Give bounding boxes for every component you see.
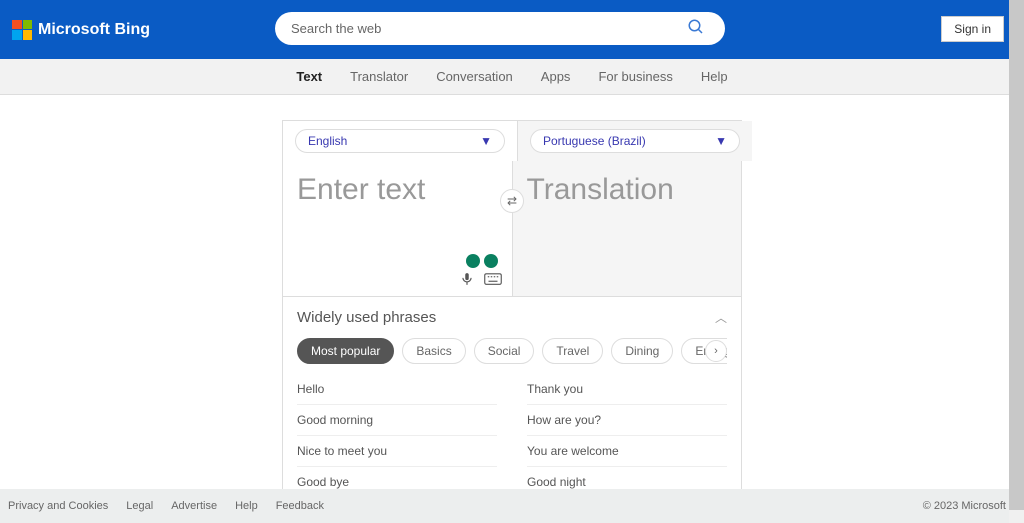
chevron-down-icon: ▼ — [715, 134, 727, 148]
main-content: English ▼ Portuguese (Brazil) ▼ Enter te… — [0, 95, 1024, 511]
footer-help[interactable]: Help — [235, 500, 258, 512]
grammar-badges — [466, 254, 498, 268]
chip-dining[interactable]: Dining — [611, 338, 673, 364]
sub-navigation: Text Translator Conversation Apps For bu… — [0, 59, 1024, 95]
translator-widget: English ▼ Portuguese (Brazil) ▼ Enter te… — [282, 120, 742, 511]
target-language-selector[interactable]: Portuguese (Brazil) ▼ — [530, 129, 740, 153]
keyboard-icon[interactable] — [484, 272, 502, 289]
chip-most-popular[interactable]: Most popular — [297, 338, 394, 364]
badge-icon[interactable] — [484, 254, 498, 268]
search-icon — [687, 18, 705, 36]
badge-icon[interactable] — [466, 254, 480, 268]
subnav-help[interactable]: Help — [701, 69, 728, 84]
source-lang-col: English ▼ — [283, 121, 517, 161]
signin-button[interactable]: Sign in — [941, 16, 1004, 42]
search-button[interactable] — [683, 14, 709, 43]
footer-links: Privacy and Cookies Legal Advertise Help… — [8, 500, 324, 512]
copyright-text: © 2023 Microsoft — [923, 500, 1016, 512]
header-bar: Microsoft Bing Sign in — [0, 0, 1024, 59]
subnav-business[interactable]: For business — [598, 69, 672, 84]
footer: Privacy and Cookies Legal Advertise Help… — [0, 489, 1024, 523]
subnav-conversation[interactable]: Conversation — [436, 69, 513, 84]
chip-travel[interactable]: Travel — [542, 338, 603, 364]
footer-advertise[interactable]: Advertise — [171, 500, 217, 512]
footer-legal[interactable]: Legal — [126, 500, 153, 512]
scrollbar[interactable] — [1009, 0, 1024, 523]
phrase-item[interactable]: Nice to meet you — [297, 436, 497, 467]
brand-text: Microsoft Bing — [38, 21, 150, 39]
target-lang-col: Portuguese (Brazil) ▼ — [517, 121, 752, 161]
bing-logo[interactable]: Microsoft Bing — [12, 20, 150, 40]
subnav-translator[interactable]: Translator — [350, 69, 408, 84]
search-input[interactable] — [291, 21, 683, 36]
phrases-section: Widely used phrases ︿ Most popular Basic… — [283, 296, 741, 510]
phrase-item[interactable]: You are welcome — [527, 436, 727, 467]
input-tools — [460, 271, 502, 290]
chip-social[interactable]: Social — [474, 338, 535, 364]
chevron-down-icon: ▼ — [480, 134, 492, 148]
source-language-label: English — [308, 134, 347, 148]
phrase-item[interactable]: How are you? — [527, 405, 727, 436]
phrases-header: Widely used phrases ︿ — [297, 309, 727, 326]
microphone-icon[interactable] — [460, 271, 474, 290]
chip-basics[interactable]: Basics — [402, 338, 465, 364]
language-row: English ▼ Portuguese (Brazil) ▼ — [283, 121, 741, 161]
target-text-area: Translation — [512, 161, 742, 296]
subnav-text[interactable]: Text — [296, 69, 322, 84]
target-placeholder: Translation — [527, 173, 728, 207]
target-language-label: Portuguese (Brazil) — [543, 134, 646, 148]
footer-feedback[interactable]: Feedback — [276, 500, 324, 512]
phrase-item[interactable]: Good morning — [297, 405, 497, 436]
footer-privacy[interactable]: Privacy and Cookies — [8, 500, 108, 512]
search-bar — [275, 12, 725, 45]
phrase-item[interactable]: Thank you — [527, 374, 727, 405]
source-language-selector[interactable]: English ▼ — [295, 129, 505, 153]
phrases-title: Widely used phrases — [297, 309, 436, 326]
scrollbar-thumb[interactable] — [1009, 0, 1024, 510]
source-text-area[interactable]: Enter text — [283, 161, 512, 296]
text-row: Enter text ⇄ Translation — [283, 161, 741, 296]
collapse-icon[interactable]: ︿ — [715, 309, 727, 326]
microsoft-logo-icon — [12, 20, 32, 40]
phrase-item[interactable]: Hello — [297, 374, 497, 405]
swap-languages-button[interactable]: ⇄ — [500, 189, 524, 213]
subnav-apps[interactable]: Apps — [541, 69, 571, 84]
chips-next-button[interactable]: › — [705, 340, 727, 362]
category-chips: Most popular Basics Social Travel Dining… — [297, 338, 727, 364]
source-placeholder: Enter text — [297, 173, 498, 207]
phrase-grid: Hello Thank you Good morning How are you… — [297, 374, 727, 498]
